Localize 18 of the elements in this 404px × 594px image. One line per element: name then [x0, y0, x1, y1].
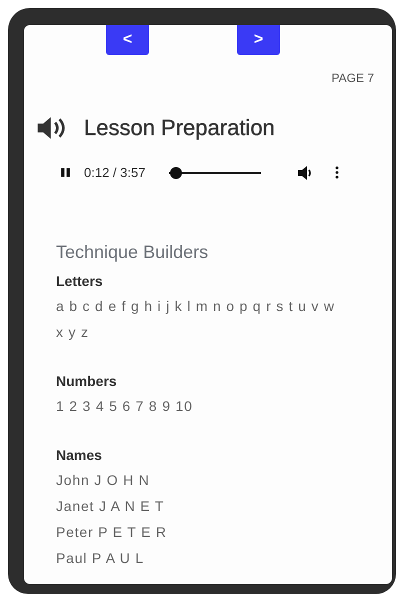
group-heading: Numbers	[56, 373, 118, 389]
playback-time: 0:12 / 3:57	[84, 165, 146, 180]
text-line: 1 2 3 4 5 6 7 8 9 10	[56, 397, 194, 416]
seek-thumb[interactable]	[170, 166, 182, 178]
section-title: Technique Builders	[56, 242, 210, 263]
more-options-icon[interactable]	[335, 166, 340, 179]
text-line: Paul P A U L	[56, 549, 145, 568]
text-line: John J O H N	[56, 471, 151, 490]
group-heading: Names	[56, 447, 103, 463]
page-label: PAGE 7	[330, 71, 375, 85]
previous-button[interactable]: <	[106, 25, 149, 55]
text-line: Janet J A N E T	[56, 497, 166, 516]
pause-icon[interactable]	[60, 167, 71, 178]
lesson-title: Lesson Preparation	[84, 115, 275, 141]
text-line: a b c d e f g h i j k l m n o p q r s t u v w x y z	[56, 297, 336, 342]
group-heading: Letters	[56, 273, 104, 289]
next-button[interactable]: >	[237, 25, 280, 55]
text-line: Peter P E T E R	[56, 523, 168, 542]
